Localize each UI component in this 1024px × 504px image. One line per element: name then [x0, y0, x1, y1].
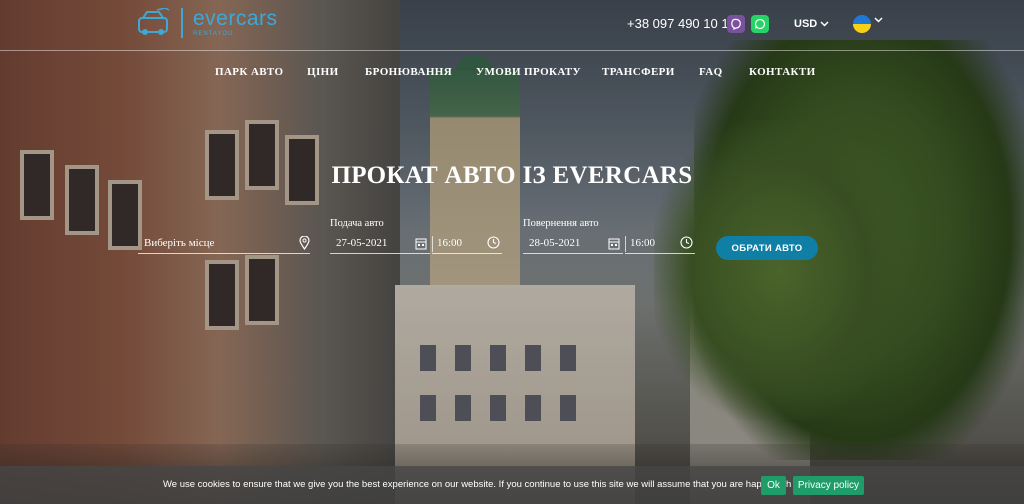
- nav-item-prices[interactable]: ЦІНИ: [307, 66, 339, 78]
- location-pin-icon: [299, 236, 310, 250]
- calendar-icon: [415, 238, 427, 250]
- choose-car-button[interactable]: ОБРАТИ АВТО: [716, 236, 818, 260]
- privacy-policy-button[interactable]: Privacy policy: [793, 476, 864, 495]
- nav-item-transfers[interactable]: ТРАНСФЕРИ: [602, 66, 675, 78]
- cookie-text: We use cookies to ensure that we give yo…: [163, 479, 802, 490]
- cookie-banner: We use cookies to ensure that we give yo…: [0, 466, 1024, 504]
- clock-icon: [487, 236, 500, 249]
- nav-item-contacts[interactable]: КОНТАКТИ: [749, 66, 816, 78]
- pickup-date-value: 27-05-2021: [336, 237, 388, 249]
- pickup-time-field[interactable]: 16:00: [432, 236, 502, 254]
- nav-item-terms[interactable]: УМОВИ ПРОКАТУ: [476, 66, 581, 78]
- hero-title: ПРОКАТ АВТО ІЗ EVERCARS: [331, 162, 693, 189]
- pickup-label: Подача авто: [330, 218, 384, 229]
- nav-item-booking[interactable]: БРОНЮВАННЯ: [365, 66, 452, 78]
- car-logo-icon: [138, 8, 170, 35]
- return-label: Повернення авто: [523, 218, 599, 229]
- pickup-time-value: 16:00: [437, 237, 463, 249]
- return-date-field[interactable]: 28-05-2021: [523, 236, 623, 254]
- return-date-value: 28-05-2021: [529, 237, 581, 249]
- pickup-date-field[interactable]: 27-05-2021: [330, 236, 430, 254]
- currency-selector[interactable]: USD: [794, 18, 829, 30]
- header-divider: [0, 50, 1024, 51]
- language-chevron-down-icon[interactable]: [874, 17, 883, 23]
- whatsapp-icon[interactable]: [751, 15, 769, 33]
- logo-wordmark: evercars RENTAYOU: [193, 7, 278, 37]
- language-flag-icon[interactable]: [853, 15, 871, 33]
- location-field[interactable]: Виберіть місце: [138, 236, 310, 254]
- return-time-value: 16:00: [630, 237, 656, 249]
- logo-divider: [181, 8, 183, 38]
- currency-label: USD: [794, 18, 818, 30]
- calendar-icon: [608, 238, 620, 250]
- return-time-field[interactable]: 16:00: [625, 236, 695, 254]
- location-placeholder: Виберіть місце: [144, 237, 215, 249]
- logo-tagline: RENTAYOU: [193, 31, 234, 37]
- main-nav: ПАРК АВТО ЦІНИ БРОНЮВАННЯ УМОВИ ПРОКАТУ …: [0, 66, 1024, 80]
- cookie-ok-button[interactable]: Ok: [761, 476, 786, 495]
- site-header: evercars RENTAYOU +38 097 490 10 10 USD: [0, 0, 1024, 50]
- chevron-down-icon: [820, 21, 829, 27]
- phone-number[interactable]: +38 097 490 10 10: [627, 16, 736, 31]
- viber-icon[interactable]: [727, 15, 745, 33]
- clock-icon: [680, 236, 693, 249]
- logo-name: evercars: [193, 7, 278, 30]
- logo[interactable]: evercars RENTAYOU: [133, 8, 278, 38]
- nav-item-fleet[interactable]: ПАРК АВТО: [215, 66, 283, 78]
- nav-item-faq[interactable]: FAQ: [699, 66, 723, 78]
